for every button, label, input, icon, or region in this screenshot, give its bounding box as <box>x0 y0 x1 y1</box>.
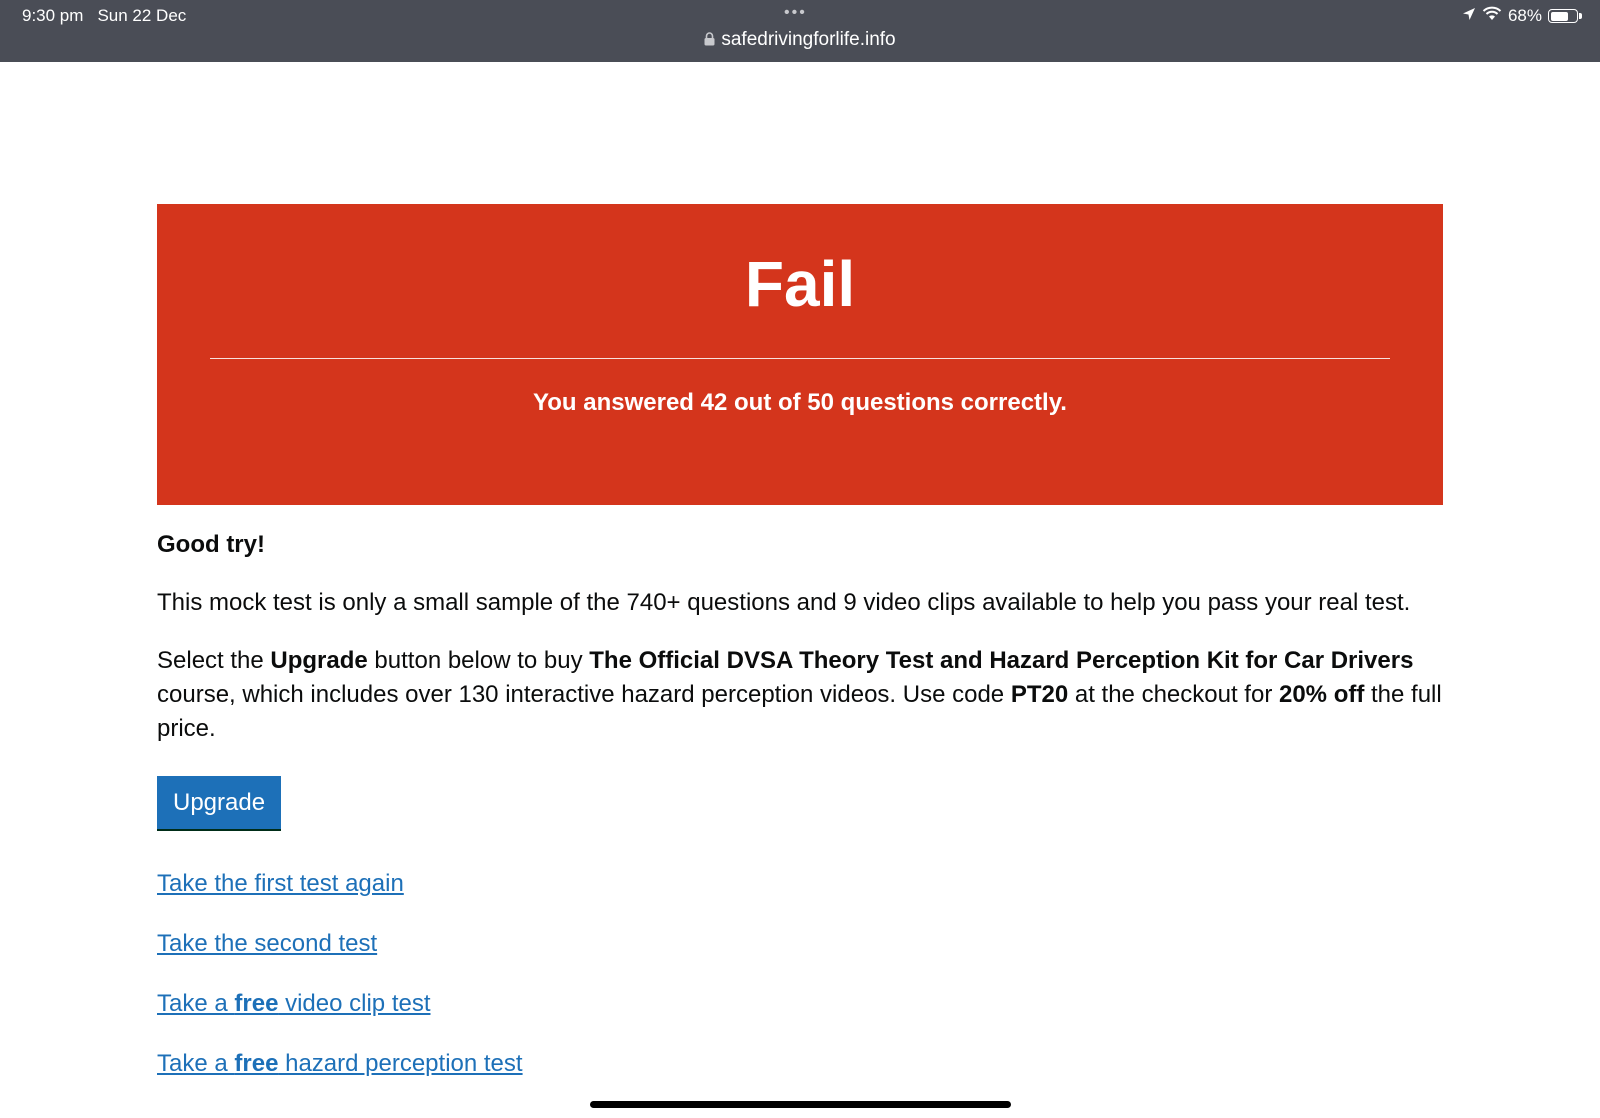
result-panel: Fail You answered 42 out of 50 questions… <box>157 204 1443 505</box>
text-span: course, which includes over 130 interact… <box>157 681 1011 708</box>
score-text: You answered 42 out of 50 questions corr… <box>533 389 1067 416</box>
upgrade-button[interactable]: Upgrade <box>157 776 282 829</box>
text-span: button below to buy <box>367 647 590 674</box>
link-free-hazard-perception-test[interactable]: Take a free hazard perception test <box>157 1047 1443 1081</box>
link-text: Take a <box>157 1050 235 1077</box>
bold-product-name: The Official DVSA Theory Test and Hazard… <box>589 647 1414 674</box>
url-text: safedrivingforlife.info <box>721 29 896 50</box>
link-bold-free: free <box>234 990 279 1017</box>
sample-paragraph: This mock test is only a small sample of… <box>157 589 1411 616</box>
link-first-test-again[interactable]: Take the first test again <box>157 867 1443 901</box>
link-text: hazard perception test <box>278 1050 523 1077</box>
bold-upgrade: Upgrade <box>270 647 368 674</box>
text-span: at the checkout for <box>1068 681 1279 708</box>
result-divider <box>210 358 1390 359</box>
text-span: Select the <box>157 647 271 674</box>
main-content: Good try! This mock test is only a small… <box>157 528 1443 1107</box>
bold-discount: 20% off <box>1278 681 1365 708</box>
lock-icon <box>704 30 715 52</box>
status-left: 9:30 pm Sun 22 Dec <box>22 6 186 26</box>
link-second-test[interactable]: Take the second test <box>157 927 1443 961</box>
status-time: 9:30 pm <box>22 6 84 25</box>
link-bold-free: free <box>234 1050 279 1077</box>
upgrade-paragraph: Select the Upgrade button below to buy T… <box>157 644 1443 746</box>
battery-percent: 68% <box>1507 6 1542 25</box>
address-bar[interactable]: safedrivingforlife.info <box>0 29 1600 52</box>
battery-icon <box>1548 9 1582 23</box>
link-free-video-clip-test[interactable]: Take a free video clip test <box>157 987 1443 1021</box>
lead-text: Good try! <box>157 531 265 558</box>
result-title: Fail <box>744 248 856 320</box>
status-bar: 9:30 pm Sun 22 Dec ••• safedrivingforlif… <box>0 0 1600 62</box>
link-text: Take a <box>157 990 235 1017</box>
link-text: video clip test <box>278 990 431 1017</box>
status-date: Sun 22 Dec <box>97 6 187 25</box>
home-indicator[interactable] <box>590 1101 1011 1108</box>
wifi-icon <box>1482 6 1502 26</box>
more-dots-icon[interactable]: ••• <box>784 4 807 22</box>
status-right: 68% <box>1462 6 1582 26</box>
test-links: Take the first test again Take the secon… <box>157 867 1443 1081</box>
location-icon <box>1462 6 1476 26</box>
bold-promo-code: PT20 <box>1010 681 1069 708</box>
